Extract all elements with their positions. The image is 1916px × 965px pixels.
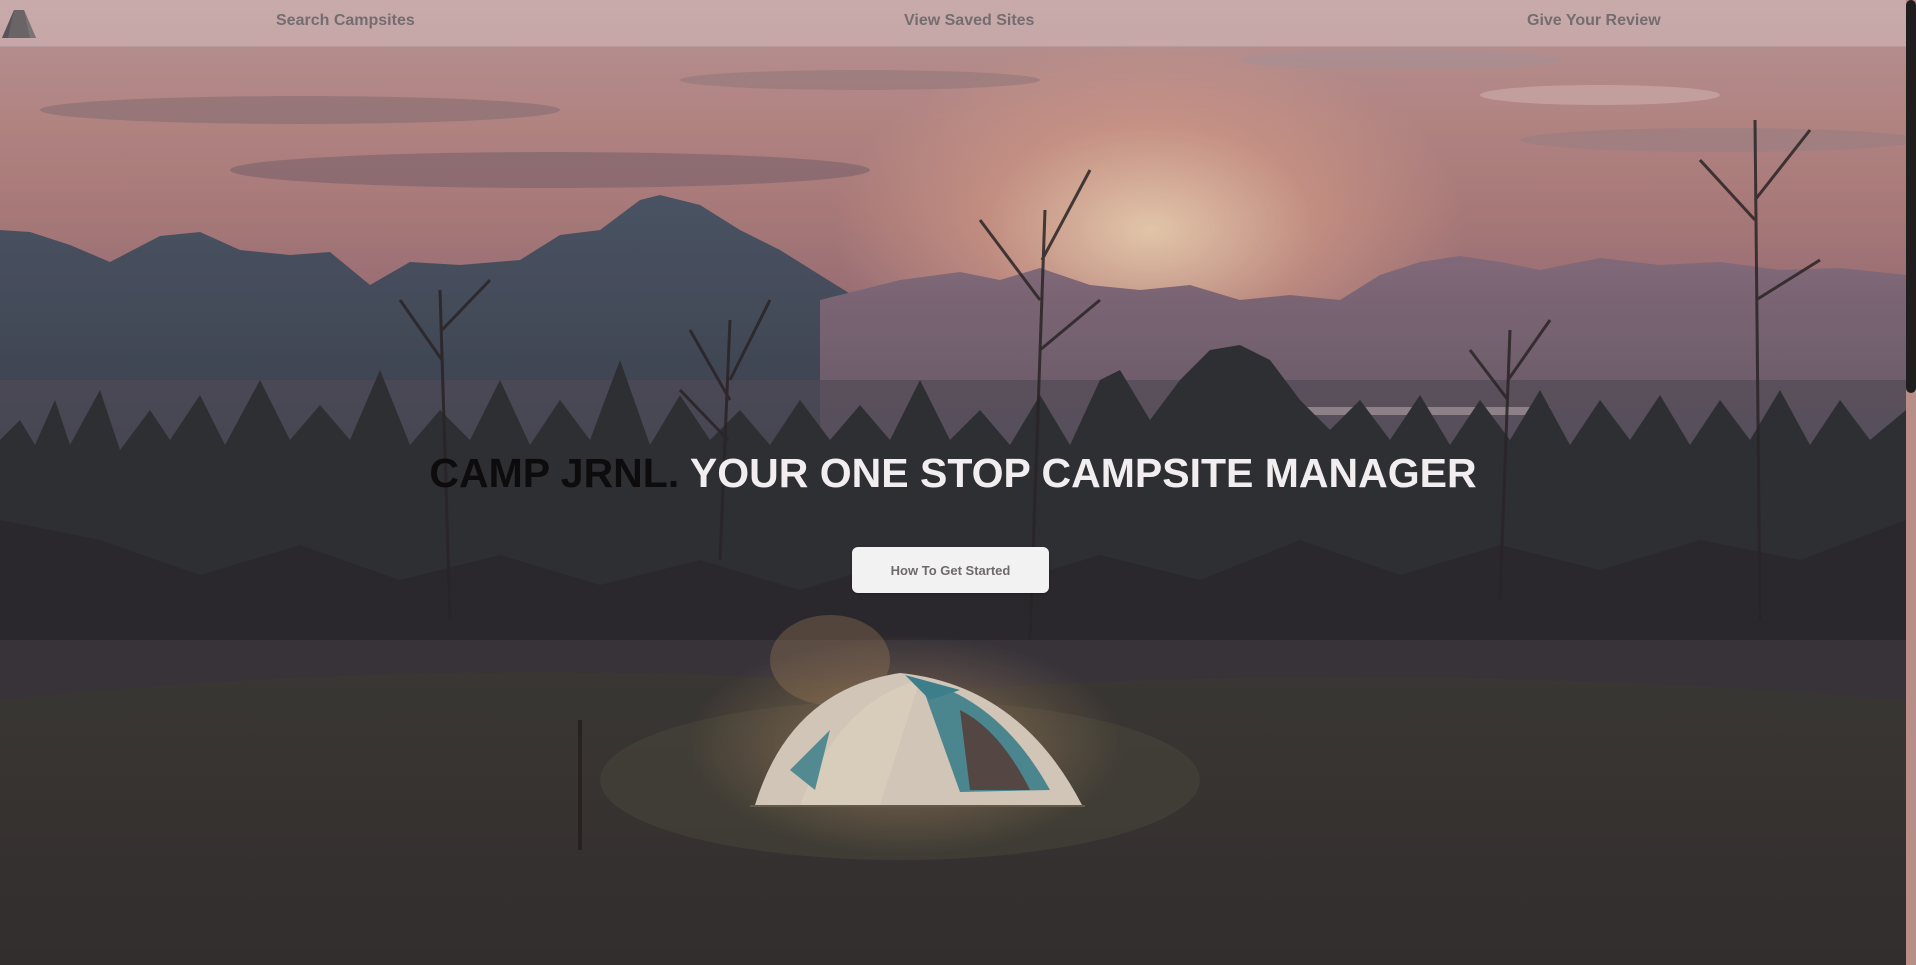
how-to-get-started-button[interactable]: How To Get Started xyxy=(852,547,1049,593)
nav-link-view-saved-sites[interactable]: View Saved Sites xyxy=(904,12,1034,30)
nav-link-search-campsites[interactable]: Search Campsites xyxy=(276,12,415,30)
tent-logo-icon[interactable] xyxy=(0,6,38,40)
top-navbar: Search Campsites View Saved Sites Give Y… xyxy=(0,0,1906,47)
scrollbar-thumb[interactable] xyxy=(1906,0,1916,393)
landing-page: Search Campsites View Saved Sites Give Y… xyxy=(0,0,1916,965)
hero-title: CAMP JRNL. YOUR ONE STOP CAMPSITE MANAGE… xyxy=(0,450,1906,497)
hero-brand: CAMP JRNL. xyxy=(429,450,680,496)
nav-link-give-your-review[interactable]: Give Your Review xyxy=(1527,12,1661,30)
hero-tagline: YOUR ONE STOP CAMPSITE MANAGER xyxy=(689,450,1477,496)
